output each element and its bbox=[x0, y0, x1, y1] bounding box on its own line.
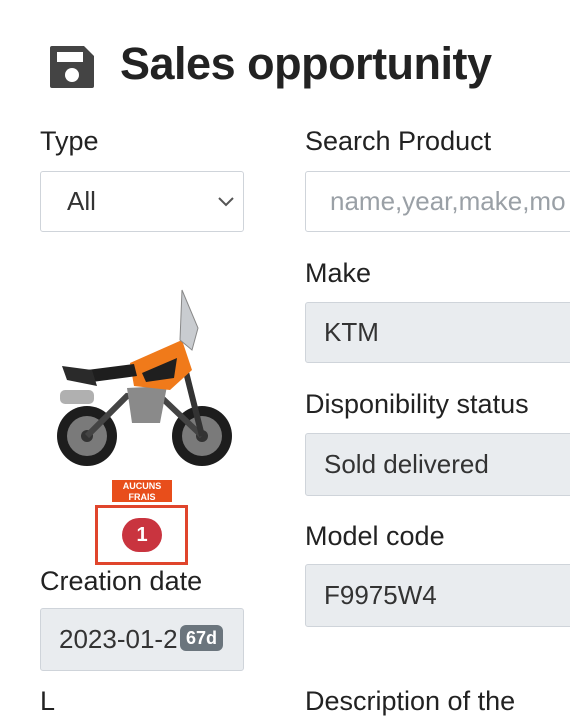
model-code-field: F9975W4 bbox=[305, 564, 570, 627]
search-product-placeholder: name,year,make,mo bbox=[330, 186, 566, 216]
make-label: Make bbox=[305, 258, 372, 288]
age-badge: 67d bbox=[180, 625, 224, 651]
disponibility-status-label: Disponibility status bbox=[305, 389, 529, 419]
promo-text: AUCUNS FRAIS bbox=[122, 481, 162, 502]
model-code-label: Model code bbox=[305, 521, 445, 551]
save-icon bbox=[50, 46, 94, 88]
disponibility-status-value: Sold delivered bbox=[324, 449, 489, 479]
type-label: Type bbox=[40, 126, 99, 156]
bottom-left-label: L bbox=[40, 686, 56, 716]
creation-date-value: 2023-01-2 bbox=[59, 624, 178, 654]
chevron-down-icon bbox=[218, 197, 234, 207]
image-count-badge[interactable]: 1 bbox=[122, 518, 162, 552]
page-title: Sales opportunity bbox=[120, 38, 492, 89]
make-field: KTM bbox=[305, 302, 570, 363]
motorcycle-image bbox=[57, 289, 232, 466]
model-code-value: F9975W4 bbox=[324, 580, 437, 610]
disponibility-status-field: Sold delivered bbox=[305, 433, 570, 496]
promo-badge: AUCUNS FRAIS de transport et préparation bbox=[112, 480, 172, 508]
search-product-label: Search Product bbox=[305, 126, 492, 156]
make-value: KTM bbox=[324, 317, 379, 347]
description-label: Description of the bbox=[305, 686, 516, 716]
creation-date-label: Creation date bbox=[40, 566, 203, 596]
type-select-value: All bbox=[67, 186, 96, 216]
type-select[interactable]: All bbox=[40, 171, 244, 232]
search-product-input[interactable]: name,year,make,mo bbox=[305, 171, 570, 232]
